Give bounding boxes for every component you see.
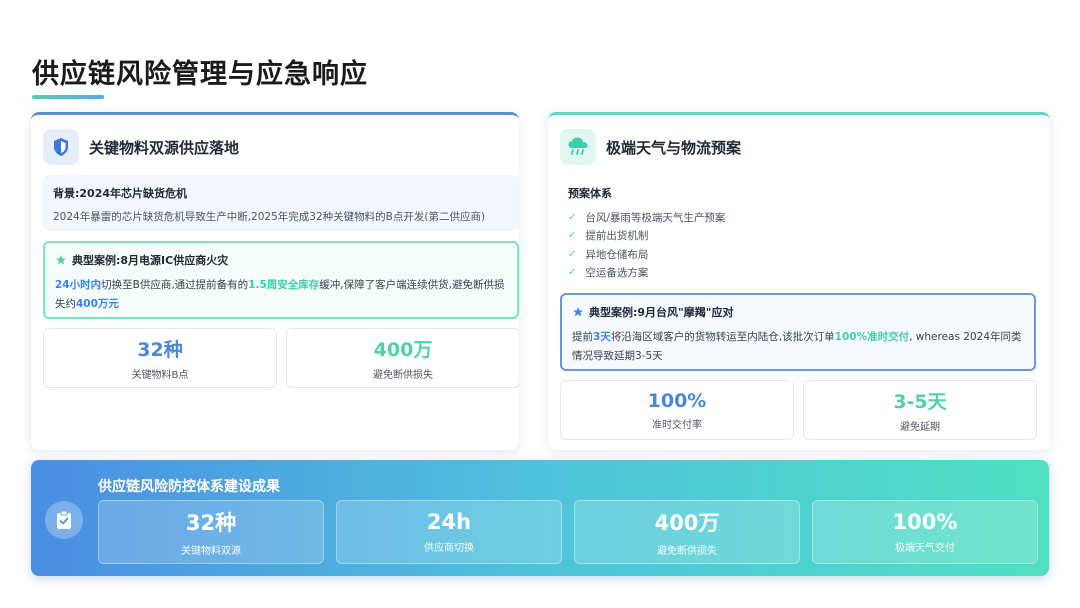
highlight: 24小时内	[55, 279, 102, 291]
rain-cloud-icon	[560, 129, 596, 165]
case-text-part: 提前	[572, 331, 593, 343]
stat-value: 100%	[647, 389, 707, 412]
plan-list: 预案体系 ✓ 台风/暴雨等极端天气生产预案 ✓ 提前出货机制 ✓ 异地仓储布局 ✓ 空运…	[568, 185, 725, 282]
plan-title: 预案体系	[568, 187, 612, 200]
banner-stat-value: 400万	[654, 511, 720, 535]
background-box: 背景:2024年芯片缺货危机 2024年暴雷的芯片缺货危机导致生产中断,2025…	[43, 175, 519, 231]
list-item-text: 异地仓储布局	[585, 248, 649, 261]
case-title-text: 典型案例:9月台风"摩羯"应对	[589, 306, 734, 319]
banner-stat-value: 32种	[185, 511, 237, 535]
card-header: 关键物料双源供应落地	[43, 129, 239, 165]
banner-stat-value: 100%	[892, 510, 958, 534]
card-title: 极端天气与物流预案	[606, 138, 742, 157]
stat-value: 3-5天	[893, 391, 947, 413]
stat-card: 32种 关键物料B点	[43, 328, 277, 388]
case-text-part: 切换至B供应商,通过提前备有的	[101, 279, 249, 291]
card-header: 极端天气与物流预案	[560, 129, 741, 165]
list-item: ✓ 提前出货机制	[568, 227, 725, 246]
banner-stat-label: 极端天气交付	[895, 543, 955, 554]
shield-icon	[43, 129, 79, 165]
background-text: 2024年暴雷的芯片缺货危机导致生产中断,2025年完成32种关键物料的B点开发…	[53, 211, 486, 223]
highlight: 100%准时交付	[834, 331, 910, 343]
banner-stat-label: 关键物料双源	[181, 546, 241, 557]
stat-card: 400万 避免断供损失	[286, 328, 519, 388]
stat-label: 避免断供损失	[373, 370, 433, 381]
check-icon: ✓	[568, 230, 577, 242]
stat-label: 准时交付率	[652, 419, 702, 431]
list-item: ✓ 台风/暴雨等极端天气生产预案	[568, 208, 725, 227]
list-item: ✓ 空运备选方案	[568, 264, 725, 283]
highlight: 3天	[593, 331, 611, 343]
title-underline	[32, 95, 104, 99]
stat-value: 32种	[137, 339, 183, 361]
check-icon: ✓	[568, 211, 577, 223]
stat-row: 100% 准时交付率 3-5天 避免延期	[560, 380, 1037, 440]
banner-stat-label: 避免断供损失	[657, 546, 717, 557]
check-icon: ✓	[568, 267, 577, 279]
banner-stat-value: 24h	[426, 510, 472, 534]
banner-title: 供应链风险防控体系建设成果	[98, 479, 280, 495]
highlight: 400万元	[76, 298, 119, 310]
stat-label: 避免延期	[900, 422, 940, 433]
card-title: 关键物料双源供应落地	[89, 138, 240, 157]
case-title: 典型案例:9月台风"摩羯"应对	[572, 304, 1024, 320]
list-item-text: 台风/暴雨等极端天气生产预案	[585, 211, 726, 224]
clipboard-check-icon	[45, 501, 83, 539]
case-text: 提前3天将沿海区域客户的货物转运至内陆仓,该批次订单100%准时交付, wher…	[572, 328, 1024, 366]
star-icon	[573, 307, 583, 317]
stat-card: 100% 准时交付率	[560, 380, 794, 440]
star-icon	[56, 255, 66, 265]
stat-value: 400万	[373, 339, 433, 361]
banner-stat: 24h 供应商切换	[336, 500, 562, 564]
banner-stat: 32种 关键物料双源	[98, 500, 324, 564]
case-text: 24小时内切换至B供应商,通过提前备有的1.5周安全库存缓冲,保障了客户端连续供…	[55, 276, 507, 314]
case-text-part: 将沿海区域客户的货物转运至内陆仓,该批次订单	[610, 331, 835, 343]
list-item-text: 提前出货机制	[585, 230, 649, 243]
case-title-text: 典型案例:8月电源IC供应商火灾	[72, 254, 229, 267]
results-banner: 供应链风险防控体系建设成果 32种 关键物料双源 24h 供应商切换 400万 …	[31, 460, 1049, 576]
banner-stats: 32种 关键物料双源 24h 供应商切换 400万 避免断供损失 100% 极端…	[98, 500, 1038, 564]
case-title: 典型案例:8月电源IC供应商火灾	[55, 252, 507, 268]
background-title: 背景:2024年芯片缺货危机	[53, 187, 188, 200]
case-box: 典型案例:9月台风"摩羯"应对 提前3天将沿海区域客户的货物转运至内陆仓,该批次…	[560, 293, 1036, 371]
dual-source-card: 关键物料双源供应落地 背景:2024年芯片缺货危机 2024年暴雷的芯片缺货危机…	[31, 112, 519, 450]
list-item: ✓ 异地仓储布局	[568, 245, 725, 264]
page-title: 供应链风险管理与应急响应	[32, 59, 368, 90]
stat-card: 3-5天 避免延期	[803, 380, 1037, 440]
stat-row: 32种 关键物料B点 400万 避免断供损失	[43, 328, 519, 388]
highlight: 1.5周安全库存	[248, 279, 320, 291]
weather-logistics-card: 极端天气与物流预案 预案体系 ✓ 台风/暴雨等极端天气生产预案 ✓ 提前出货机制 ✓…	[548, 112, 1050, 450]
list-item-text: 空运备选方案	[585, 267, 649, 280]
case-box: 典型案例:8月电源IC供应商火灾 24小时内切换至B供应商,通过提前备有的1.5…	[43, 241, 519, 319]
banner-stat-label: 供应商切换	[424, 543, 474, 554]
banner-stat: 400万 避免断供损失	[574, 500, 800, 564]
check-icon: ✓	[568, 248, 577, 260]
banner-stat: 100% 极端天气交付	[812, 500, 1038, 564]
stat-label: 关键物料B点	[131, 370, 189, 381]
